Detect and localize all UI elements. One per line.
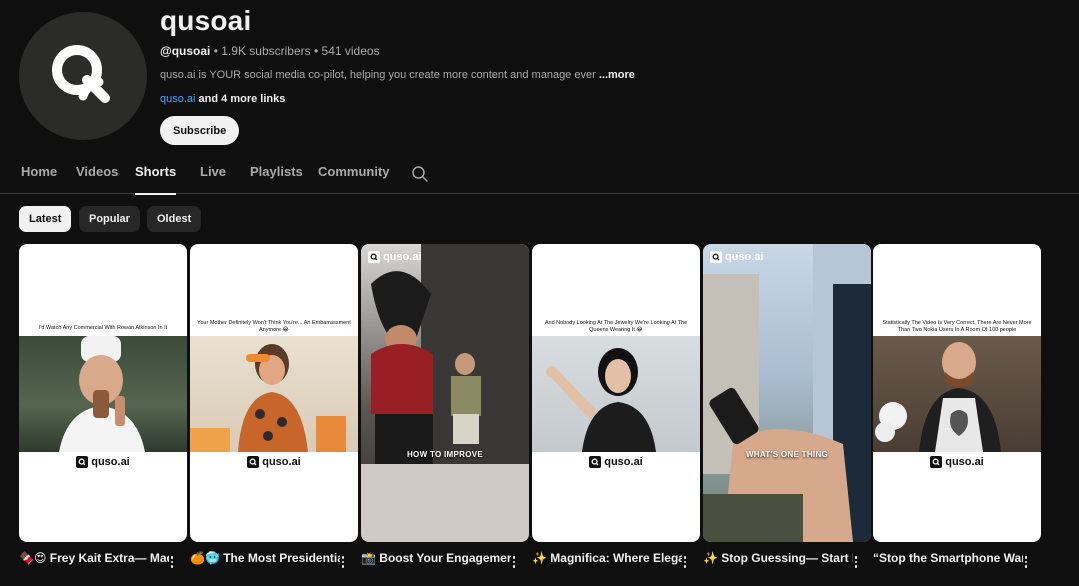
thumbnail-overlay-text: WHAT'S ONE THING [745,450,829,459]
quso-logo-icon [589,456,602,468]
short-thumbnail[interactable]: And Nobody Looking At The Jewelry We're … [532,244,700,542]
brand-name: quso.ai [383,251,422,263]
search-icon[interactable] [411,165,429,183]
thumbnail-image [19,336,187,452]
more-links-button[interactable]: and 4 more links [199,93,286,105]
channel-handle: @qusoai [160,44,211,58]
meta-separator: • [313,44,322,58]
short-thumbnail[interactable]: quso.ai HOW TO IMPROVE [361,244,529,542]
filter-chip-oldest[interactable]: Oldest [147,206,202,232]
short-title[interactable]: 📸 Boost Your Engagement with ... [361,550,511,567]
brand-watermark: quso.ai [710,251,764,263]
more-actions-icon[interactable] [851,554,861,570]
thumbnail-image [361,244,529,542]
thumbnail-overlay-text: HOW TO IMPROVE [406,450,484,459]
channel-info: qusoai @qusoai • 1.9K subscribers • 541 … [160,4,760,106]
filter-chip-popular[interactable]: Popular [79,206,140,232]
thumbnail-caption: And Nobody Looking At The Jewelry We're … [544,320,688,333]
more-actions-icon[interactable] [680,554,690,570]
brand-name: quso.ai [262,456,301,468]
tab-playlists[interactable]: Playlists [250,164,303,194]
channel-tabs: Home Videos Shorts Live Playlists Commun… [0,154,1079,195]
short-thumbnail[interactable]: Your Mother Definitely Won't Think You'r… [190,244,358,542]
channel-avatar[interactable] [19,12,147,140]
short-thumbnail[interactable]: I'd Watch Any Commercial With Rowan Atki… [19,244,187,542]
channel-description[interactable]: quso.ai is YOUR social media co-pilot, h… [160,68,760,82]
brand-name: quso.ai [604,456,643,468]
thumbnail-image [532,336,700,452]
video-count: 541 videos [321,44,380,58]
tab-community[interactable]: Community [318,164,390,194]
more-actions-icon[interactable] [1021,554,1031,570]
more-actions-icon[interactable] [338,554,348,570]
channel-meta: @qusoai • 1.9K subscribers • 541 videos [160,44,760,58]
brand-watermark: quso.ai [368,251,422,263]
short-title[interactable]: 🍊🥶 The Most Presidential Orange ... [190,550,340,567]
quso-logo-icon [52,45,110,103]
brand-name: quso.ai [945,456,984,468]
description-text: quso.ai is YOUR social media co-pilot, h… [160,69,596,81]
short-title[interactable]: ✨ Stop Guessing— Start Posting with ... [703,550,853,567]
subscribe-button[interactable]: Subscribe [160,116,240,145]
tab-home[interactable]: Home [21,164,57,194]
quso-logo-icon [76,456,89,468]
description-more-button[interactable]: ...more [599,69,635,81]
short-title[interactable]: “Stop the Smartphone Wars” – Nokia Lumia… [873,550,1023,567]
brand-watermark: quso.ai [873,456,1041,468]
quso-logo-icon [368,251,380,263]
quso-logo-icon [710,251,722,263]
tab-videos[interactable]: Videos [76,164,118,194]
channel-primary-link[interactable]: quso.ai [160,93,195,105]
thumbnail-image [190,336,358,452]
filter-chip-latest[interactable]: Latest [19,206,72,232]
thumbnail-caption: Statistically The Video Is Very Correct,… [882,320,1032,333]
short-thumbnail[interactable]: quso.ai WHAT'S ONE THING [703,244,871,542]
more-actions-icon[interactable] [167,554,177,570]
quso-logo-icon [247,456,260,468]
subscriber-count: 1.9K subscribers [221,44,311,58]
tab-shorts[interactable]: Shorts [135,164,177,195]
brand-name: quso.ai [725,251,764,263]
thumbnail-caption: Your Mother Definitely Won't Think You'r… [197,320,351,333]
short-thumbnail[interactable]: Statistically The Video Is Very Correct,… [873,244,1041,542]
brand-watermark: quso.ai [532,456,700,468]
thumbnail-image [703,244,871,542]
short-title[interactable]: ✨ Magnifica: Where Elegance Meets Powe..… [532,550,682,567]
thumbnail-image [873,336,1041,452]
quso-logo-icon [930,456,943,468]
brand-watermark: quso.ai [19,456,187,468]
channel-name: qusoai [160,5,252,36]
brand-watermark: quso.ai [190,456,358,468]
brand-name: quso.ai [91,456,130,468]
channel-links: quso.ai and 4 more links [160,92,760,106]
short-title[interactable]: 🍫😍 Frey Kait Extra— Made with Extra ... [19,550,169,567]
more-actions-icon[interactable] [509,554,519,570]
tab-live[interactable]: Live [200,164,226,194]
thumbnail-caption: I'd Watch Any Commercial With Rowan Atki… [38,325,168,331]
